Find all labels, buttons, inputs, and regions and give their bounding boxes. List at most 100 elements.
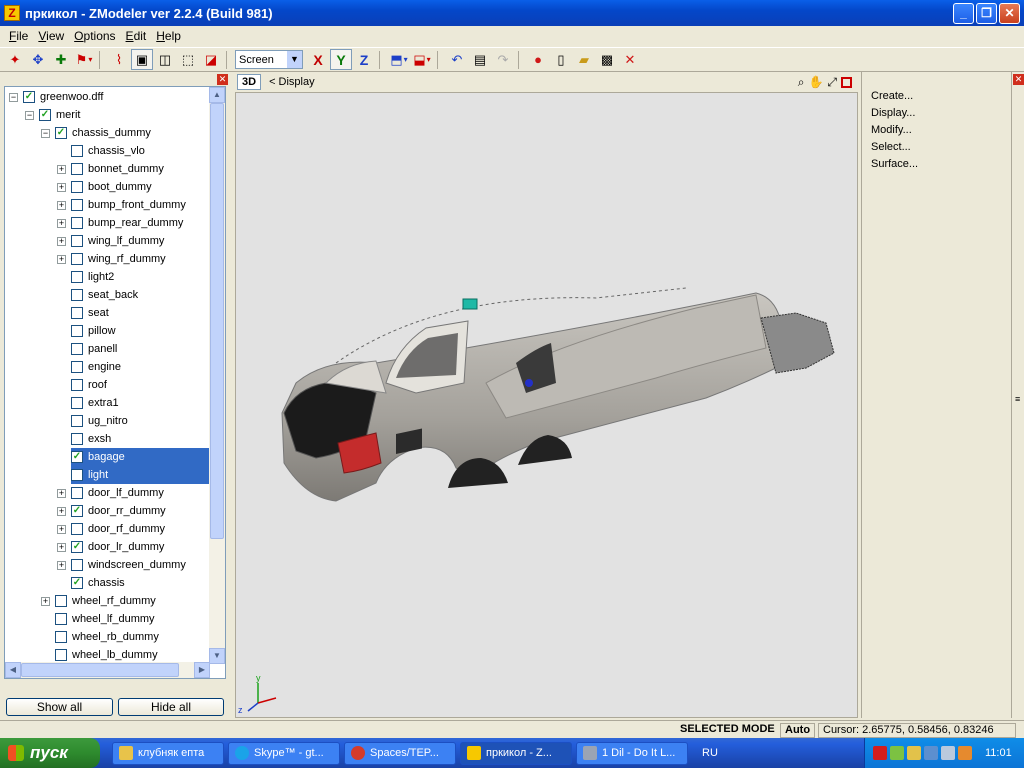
axis-z-toggle[interactable]: Z bbox=[353, 49, 375, 70]
task-opera-spaces[interactable]: Spaces/TEP... bbox=[344, 741, 456, 765]
visibility-checkbox[interactable] bbox=[71, 379, 83, 391]
visibility-checkbox[interactable] bbox=[71, 235, 83, 247]
move-tool-icon[interactable]: ✥ bbox=[27, 49, 49, 70]
expand-icon[interactable]: + bbox=[57, 164, 66, 174]
security-icon[interactable] bbox=[924, 746, 938, 760]
visibility-checkbox[interactable] bbox=[71, 361, 83, 373]
maximize-view-icon[interactable]: ⤢ bbox=[827, 75, 837, 90]
viewport-close-icon[interactable] bbox=[841, 76, 852, 88]
visibility-checkbox[interactable] bbox=[71, 271, 83, 283]
object-mode-icon[interactable]: ▣ bbox=[131, 49, 153, 70]
visibility-checkbox[interactable] bbox=[71, 217, 83, 229]
viewport-nav-label[interactable]: < Display bbox=[269, 76, 315, 88]
expand-icon[interactable]: + bbox=[57, 506, 66, 516]
tree-node[interactable]: + ✓ door_rr_dummy bbox=[57, 502, 166, 520]
box-mode-icon[interactable]: ⬚ bbox=[177, 49, 199, 70]
collapse-icon[interactable]: − bbox=[25, 110, 34, 120]
collapse-icon[interactable]: − bbox=[9, 92, 18, 102]
panel-splitter[interactable]: ✕ ≡ bbox=[1011, 72, 1024, 718]
network-icon[interactable] bbox=[907, 746, 921, 760]
redo-icon[interactable]: ↷ bbox=[492, 49, 514, 70]
volume-icon[interactable] bbox=[941, 746, 955, 760]
tree-vertical-scroll-thumb[interactable] bbox=[210, 103, 224, 539]
tree-node[interactable]: seat bbox=[57, 304, 109, 322]
task-media-player[interactable]: 1 Dil - Do It L... bbox=[576, 741, 688, 765]
visibility-checkbox[interactable] bbox=[71, 145, 83, 157]
tree-vertical-scrollbar[interactable]: ▲ ▼ bbox=[209, 87, 225, 664]
expand-icon[interactable]: + bbox=[57, 488, 66, 498]
tree-node[interactable]: − ✓ merit bbox=[25, 106, 80, 124]
minimize-button[interactable]: _ bbox=[953, 2, 974, 24]
tree-node[interactable]: engine bbox=[57, 358, 121, 376]
menu-edit[interactable]: Edit bbox=[121, 29, 152, 43]
visibility-checkbox[interactable] bbox=[71, 199, 83, 211]
visibility-checkbox[interactable] bbox=[71, 433, 83, 445]
command-select[interactable]: Select... bbox=[871, 141, 911, 153]
task-klubnyak[interactable]: клубняк епта bbox=[112, 741, 224, 765]
tree-node[interactable]: − ✓ chassis_dummy bbox=[41, 124, 151, 142]
menu-file[interactable]: File bbox=[4, 29, 33, 43]
visibility-checkbox[interactable] bbox=[71, 469, 83, 481]
tree-node[interactable]: + bonnet_dummy bbox=[57, 160, 164, 178]
zmodeler-app-icon[interactable]: Z bbox=[4, 5, 20, 21]
record-icon[interactable]: ● bbox=[527, 49, 549, 70]
start-button[interactable]: пуск bbox=[0, 738, 100, 768]
visibility-checkbox[interactable] bbox=[71, 325, 83, 337]
visibility-checkbox[interactable]: ✓ bbox=[71, 541, 83, 553]
vertex-mode-icon[interactable]: ⌇ bbox=[108, 49, 130, 70]
expand-icon[interactable]: + bbox=[57, 200, 66, 210]
select-tool-icon[interactable]: ✦ bbox=[4, 49, 26, 70]
close-panel-icon[interactable]: ✕ bbox=[217, 74, 228, 85]
menu-options[interactable]: Options bbox=[69, 29, 120, 43]
tree-node[interactable]: light2 bbox=[57, 268, 114, 286]
command-create[interactable]: Create... bbox=[871, 90, 913, 102]
tree-node[interactable]: wheel_rb_dummy bbox=[41, 628, 159, 646]
visibility-checkbox[interactable] bbox=[71, 487, 83, 499]
tree-node[interactable]: chassis_vlo bbox=[57, 142, 145, 160]
expand-icon[interactable]: + bbox=[41, 596, 50, 606]
axis-y-toggle[interactable]: Y bbox=[330, 49, 352, 70]
visibility-checkbox[interactable] bbox=[71, 307, 83, 319]
status-auto[interactable]: Auto bbox=[780, 723, 816, 738]
tree-node[interactable]: pillow bbox=[57, 322, 116, 340]
tree-node[interactable]: + bump_front_dummy bbox=[57, 196, 186, 214]
task-skype[interactable]: Skype™ - gt... bbox=[228, 741, 340, 765]
visibility-checkbox[interactable] bbox=[55, 649, 67, 661]
command-modify[interactable]: Modify... bbox=[871, 124, 912, 136]
tree-node[interactable]: wheel_lf_dummy bbox=[41, 610, 155, 628]
tree-node[interactable]: roof bbox=[57, 376, 107, 394]
tree-node[interactable]: exsh bbox=[57, 430, 111, 448]
close-right-panel-icon[interactable]: ✕ bbox=[1013, 74, 1024, 85]
visibility-checkbox[interactable] bbox=[55, 613, 67, 625]
tree-node[interactable]: + wing_rf_dummy bbox=[57, 250, 166, 268]
tree-node[interactable]: + ✓ door_lr_dummy bbox=[57, 538, 164, 556]
command-surface[interactable]: Surface... bbox=[871, 158, 918, 170]
undo-icon[interactable]: ↶ bbox=[446, 49, 468, 70]
tree-node[interactable]: − ✓ greenwoo.dff bbox=[9, 88, 103, 106]
snap-dropdown-icon[interactable]: ⬒ bbox=[388, 49, 410, 70]
tree-node[interactable]: seat_back bbox=[57, 286, 138, 304]
visibility-checkbox[interactable]: ✓ bbox=[71, 451, 83, 463]
splitter-grip-icon[interactable]: ≡ bbox=[1015, 394, 1020, 404]
tree-node[interactable]: ✓ bagage bbox=[71, 448, 210, 466]
collapse-icon[interactable]: − bbox=[41, 128, 50, 138]
hierarchy-tree[interactable]: − ✓ greenwoo.dff − ✓ merit − ✓ chassis_dummy chas… bbox=[4, 86, 226, 679]
task-zmodeler[interactable]: пркикол - Z... bbox=[460, 741, 572, 765]
expand-icon[interactable]: + bbox=[57, 218, 66, 228]
new-file-icon[interactable]: ▯ bbox=[550, 49, 572, 70]
tree-node[interactable]: + door_rf_dummy bbox=[57, 520, 165, 538]
tree-node[interactable]: light bbox=[71, 466, 210, 484]
visibility-checkbox[interactable]: ✓ bbox=[71, 577, 83, 589]
menu-view[interactable]: View bbox=[33, 29, 69, 43]
visibility-checkbox[interactable] bbox=[71, 415, 83, 427]
hide-all-button[interactable]: Hide all bbox=[118, 698, 224, 716]
pan-hand-icon[interactable]: ✋ bbox=[808, 75, 823, 89]
show-all-button[interactable]: Show all bbox=[6, 698, 113, 716]
tree-horizontal-scroll-thumb[interactable] bbox=[21, 663, 179, 677]
viewport-mode-label[interactable]: 3D bbox=[237, 74, 262, 90]
visibility-checkbox[interactable] bbox=[55, 631, 67, 643]
figure-tool-icon[interactable]: ✚ bbox=[50, 49, 72, 70]
visibility-checkbox[interactable] bbox=[71, 289, 83, 301]
visibility-checkbox[interactable] bbox=[71, 343, 83, 355]
update-icon[interactable] bbox=[958, 746, 972, 760]
